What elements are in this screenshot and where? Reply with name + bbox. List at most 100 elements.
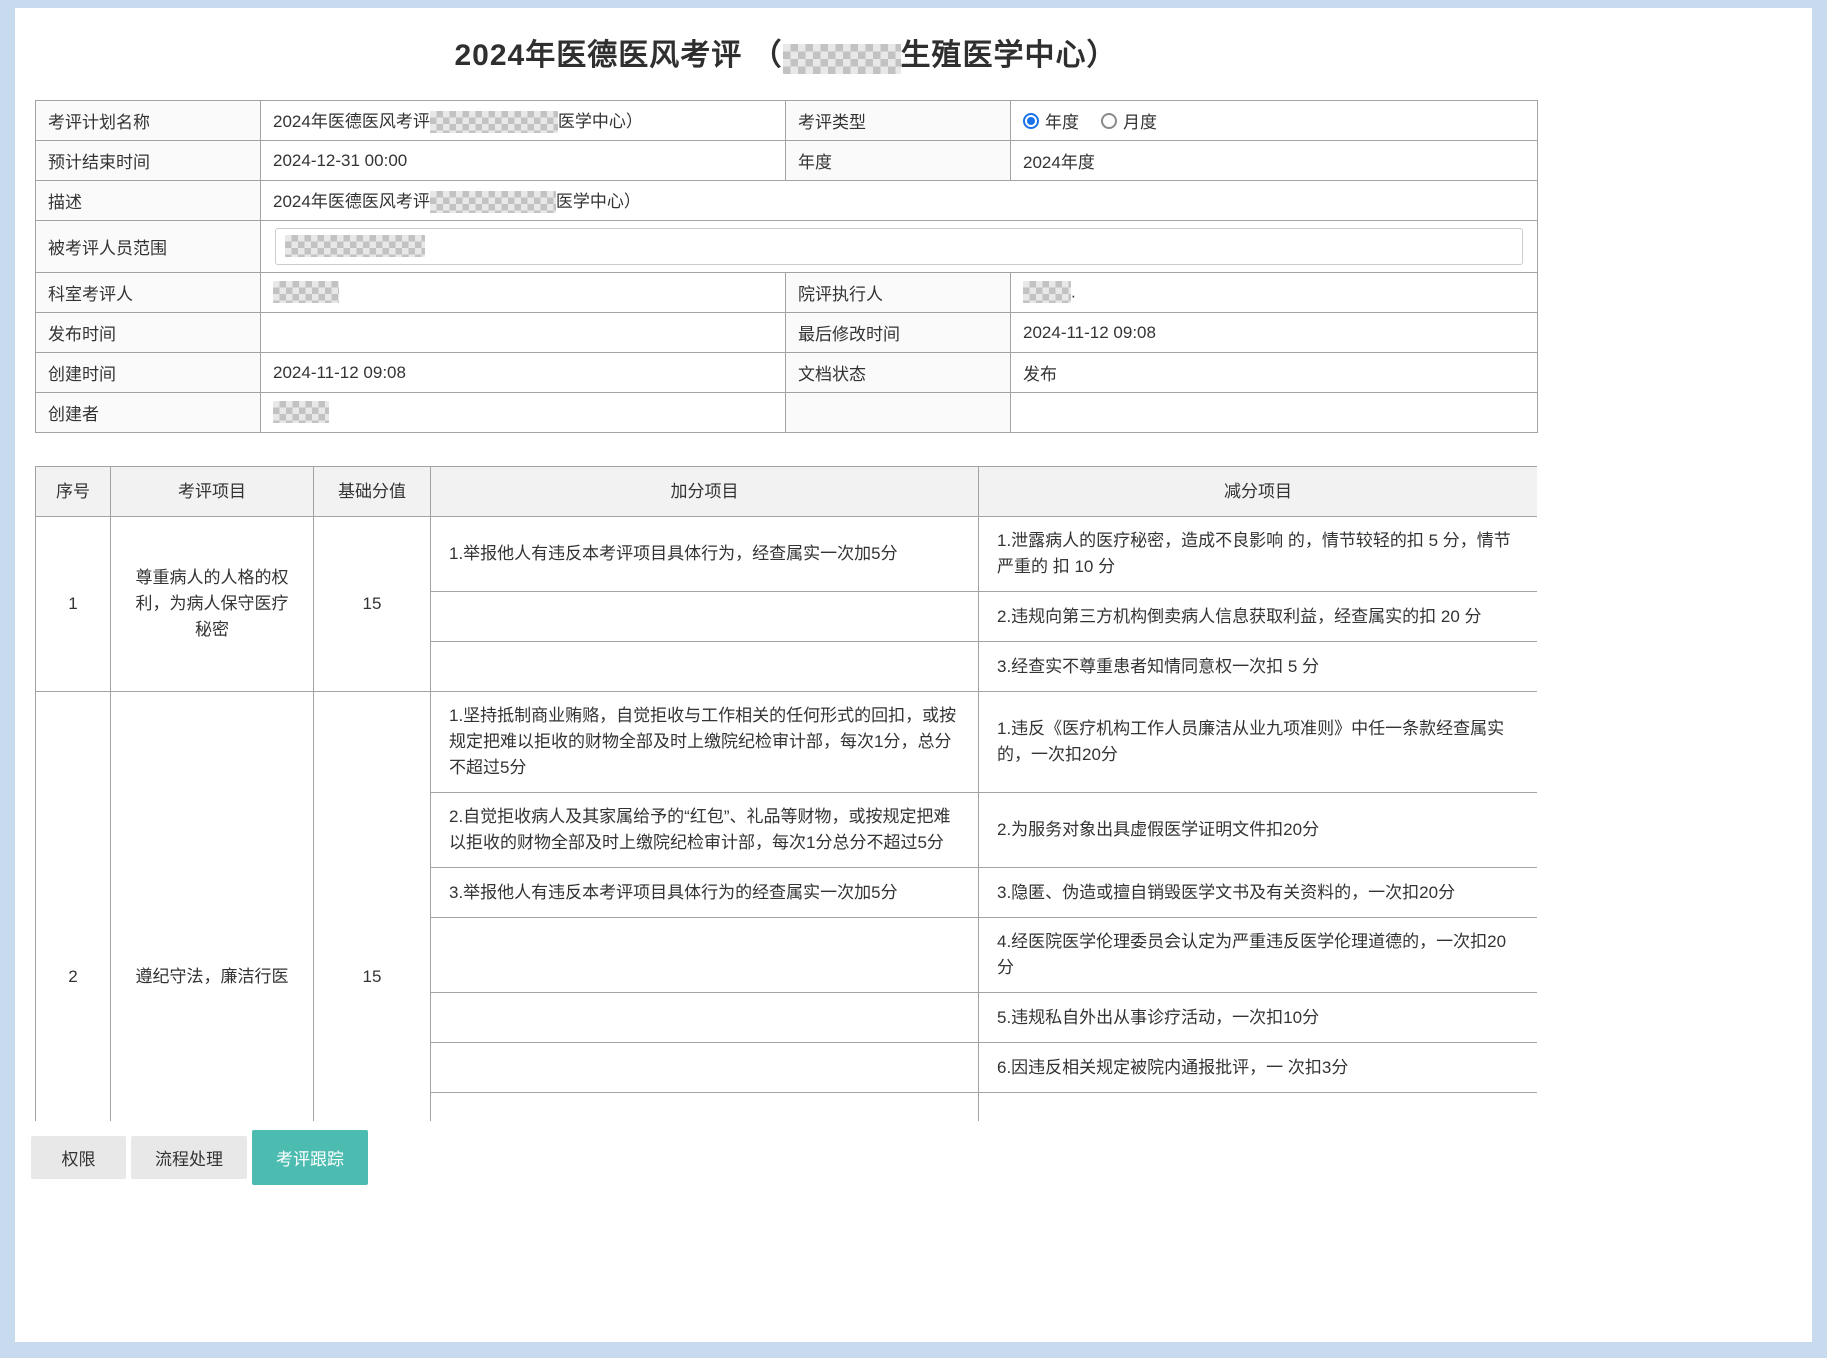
cell-deduction: 1.违反《医疗机构工作人员廉洁从业九项准则》中任一条款经查属实的，一次扣20分 xyxy=(979,692,1538,793)
redacted-mosaic xyxy=(285,235,425,257)
label-creator: 创建者 xyxy=(36,393,261,433)
score-table-body: 1尊重病人的人格的权利，为病人保守医疗秘密151.举报他人有违反本考评项目具体行… xyxy=(36,517,1538,1122)
cell-bonus xyxy=(431,1043,979,1093)
score-sub-row: 1尊重病人的人格的权利，为病人保守医疗秘密151.举报他人有违反本考评项目具体行… xyxy=(36,517,1538,592)
label-plan-name: 考评计划名称 xyxy=(36,101,261,141)
header-no: 序号 xyxy=(36,467,111,517)
cell-base-score: 15 xyxy=(314,692,431,1122)
cell-deduction: 3.隐匿、伪造或擅自销毁医学文书及有关资料的，一次扣20分 xyxy=(979,868,1538,918)
info-table: 考评计划名称 2024年医德医风考评医学中心） 考评类型 年度 月度 xyxy=(35,100,1538,433)
radio-monthly[interactable]: 月度 xyxy=(1101,108,1157,133)
cell-bonus xyxy=(431,592,979,642)
header-deduction: 减分项目 xyxy=(979,467,1538,517)
radio-annual[interactable]: 年度 xyxy=(1023,108,1079,133)
info-row-create: 创建时间 2024-11-12 09:08 文档状态 发布 xyxy=(36,353,1538,393)
redacted-mosaic xyxy=(273,401,329,423)
cell-deduction: 1.泄露病人的医疗秘密，造成不良影响 的，情节较轻的扣 5 分，情节严重的 扣 … xyxy=(979,517,1538,592)
info-row-evaluators: 科室考评人 院评执行人 . xyxy=(36,273,1538,313)
redacted-mosaic xyxy=(1023,281,1071,303)
info-row-endtime: 预计结束时间 2024-12-31 00:00 年度 2024年度 xyxy=(36,141,1538,181)
cell-deduction: 5.违规私自外出从事诊疗活动，一次扣10分 xyxy=(979,993,1538,1043)
redacted-mosaic xyxy=(783,44,901,74)
score-table-container: 序号 考评项目 基础分值 加分项目 减分项目 1尊重病人的人格的权利，为病人保守… xyxy=(35,466,1537,1121)
label-doc-status: 文档状态 xyxy=(786,353,1011,393)
value-publish-time xyxy=(261,313,786,353)
label-type: 考评类型 xyxy=(786,101,1011,141)
label-dept-evaluator: 科室考评人 xyxy=(36,273,261,313)
score-sub-row: 2遵纪守法，廉洁行医151.坚持抵制商业贿赂，自觉拒收与工作相关的任何形式的回扣… xyxy=(36,692,1538,793)
info-row-description: 描述 2024年医德医风考评 医学中心） xyxy=(36,181,1538,221)
value-creator xyxy=(261,393,786,433)
scope-input[interactable] xyxy=(275,228,1523,265)
radio-unselected-icon[interactable] xyxy=(1101,113,1117,129)
cell-item: 遵纪守法，廉洁行医 xyxy=(111,692,314,1122)
cell-bonus xyxy=(431,918,979,993)
cell-deduction xyxy=(979,1093,1538,1122)
cell-deduction: 4.经医院医学伦理委员会认定为严重违反医学伦理道德的，一次扣20分 xyxy=(979,918,1538,993)
info-row-creator: 创建者 xyxy=(36,393,1538,433)
label-end-time: 预计结束时间 xyxy=(36,141,261,181)
value-hospital-executor: . xyxy=(1011,273,1538,313)
value-dept-evaluator xyxy=(261,273,786,313)
plan-name-prefix: 2024年医德医风考评 xyxy=(273,112,430,131)
redacted-mosaic xyxy=(430,191,556,213)
cell-bonus: 2.自觉拒收病人及其家属给予的“红包”、礼品等财物，或按规定把难以拒收的财物全部… xyxy=(431,793,979,868)
page-title-suffix: 生殖医学中心） xyxy=(901,39,1118,72)
empty-label-cell xyxy=(786,393,1011,433)
info-row-plan: 考评计划名称 2024年医德医风考评 医学中心） 考评类型 年度 月度 xyxy=(36,101,1538,141)
cell-bonus xyxy=(431,993,979,1043)
info-row-publish: 发布时间 最后修改时间 2024-11-12 09:08 xyxy=(36,313,1538,353)
label-description: 描述 xyxy=(36,181,261,221)
cell-deduction: 2.违规向第三方机构倒卖病人信息获取利益，经查属实的扣 20 分 xyxy=(979,592,1538,642)
cell-base-score: 15 xyxy=(314,517,431,692)
type-radio-group: 年度 月度 xyxy=(1023,108,1525,133)
tab-tracking[interactable]: 考评跟踪 xyxy=(252,1130,368,1185)
score-table: 序号 考评项目 基础分值 加分项目 减分项目 1尊重病人的人格的权利，为病人保守… xyxy=(35,466,1537,1121)
tab-permissions[interactable]: 权限 xyxy=(31,1136,126,1179)
tab-process[interactable]: 流程处理 xyxy=(131,1136,247,1179)
cell-deduction: 2.为服务对象出具虚假医学证明文件扣20分 xyxy=(979,793,1538,868)
cell-bonus xyxy=(431,1093,979,1122)
cell-bonus xyxy=(431,642,979,692)
cell-deduction: 6.因违反相关规定被院内通报批评，一 次扣3分 xyxy=(979,1043,1538,1093)
page-card: 2024年医德医风考评 （生殖医学中心） 考评计划名称 2024年医德医风考评医… xyxy=(15,8,1812,1342)
empty-value-cell xyxy=(1011,393,1538,433)
description-suffix: 医学中心） xyxy=(556,192,641,211)
cell-deduction: 3.经查实不尊重患者知情同意权一次扣 5 分 xyxy=(979,642,1538,692)
value-description: 2024年医德医风考评 医学中心） xyxy=(261,181,1538,221)
page-title: 2024年医德医风考评 （ 生殖医学中心） xyxy=(35,30,1537,74)
value-plan-name: 2024年医德医风考评 医学中心） xyxy=(261,101,786,141)
cell-no: 1 xyxy=(36,517,111,692)
cell-item: 尊重病人的人格的权利，为病人保守医疗秘密 xyxy=(111,517,314,692)
radio-annual-label: 年度 xyxy=(1045,108,1079,133)
label-scope: 被考评人员范围 xyxy=(36,221,261,273)
cell-bonus: 1.举报他人有违反本考评项目具体行为，经查属实一次加5分 xyxy=(431,517,979,592)
description-prefix: 2024年医德医风考评 xyxy=(273,192,430,211)
bottom-tab-bar: 权限 流程处理 考评跟踪 xyxy=(31,1128,1812,1186)
label-hospital-executor: 院评执行人 xyxy=(786,273,1011,313)
label-year: 年度 xyxy=(786,141,1011,181)
redacted-mosaic xyxy=(273,281,339,303)
hospital-executor-suffix: . xyxy=(1071,282,1076,301)
label-create-time: 创建时间 xyxy=(36,353,261,393)
value-create-time: 2024-11-12 09:08 xyxy=(261,353,786,393)
value-doc-status: 发布 xyxy=(1011,353,1538,393)
radio-monthly-label: 月度 xyxy=(1123,108,1157,133)
info-row-scope: 被考评人员范围 xyxy=(36,221,1538,273)
plan-name-suffix: 医学中心） xyxy=(558,112,643,131)
label-last-modified: 最后修改时间 xyxy=(786,313,1011,353)
info-section: 考评计划名称 2024年医德医风考评医学中心） 考评类型 年度 月度 xyxy=(35,100,1537,433)
value-type: 年度 月度 xyxy=(1011,101,1538,141)
redacted-mosaic xyxy=(430,111,558,133)
radio-selected-icon[interactable] xyxy=(1023,113,1039,129)
cell-bonus: 1.坚持抵制商业贿赂，自觉拒收与工作相关的任何形式的回扣，或按规定把难以拒收的财… xyxy=(431,692,979,793)
value-end-time: 2024-12-31 00:00 xyxy=(261,141,786,181)
cell-bonus: 3.举报他人有违反本考评项目具体行为的经查属实一次加5分 xyxy=(431,868,979,918)
header-item: 考评项目 xyxy=(111,467,314,517)
page-title-prefix: 2024年医德医风考评 （ xyxy=(454,39,782,72)
header-base-score: 基础分值 xyxy=(314,467,431,517)
value-last-modified: 2024-11-12 09:08 xyxy=(1011,313,1538,353)
cell-no: 2 xyxy=(36,692,111,1122)
score-table-header-row: 序号 考评项目 基础分值 加分项目 减分项目 xyxy=(36,467,1538,517)
header-bonus: 加分项目 xyxy=(431,467,979,517)
